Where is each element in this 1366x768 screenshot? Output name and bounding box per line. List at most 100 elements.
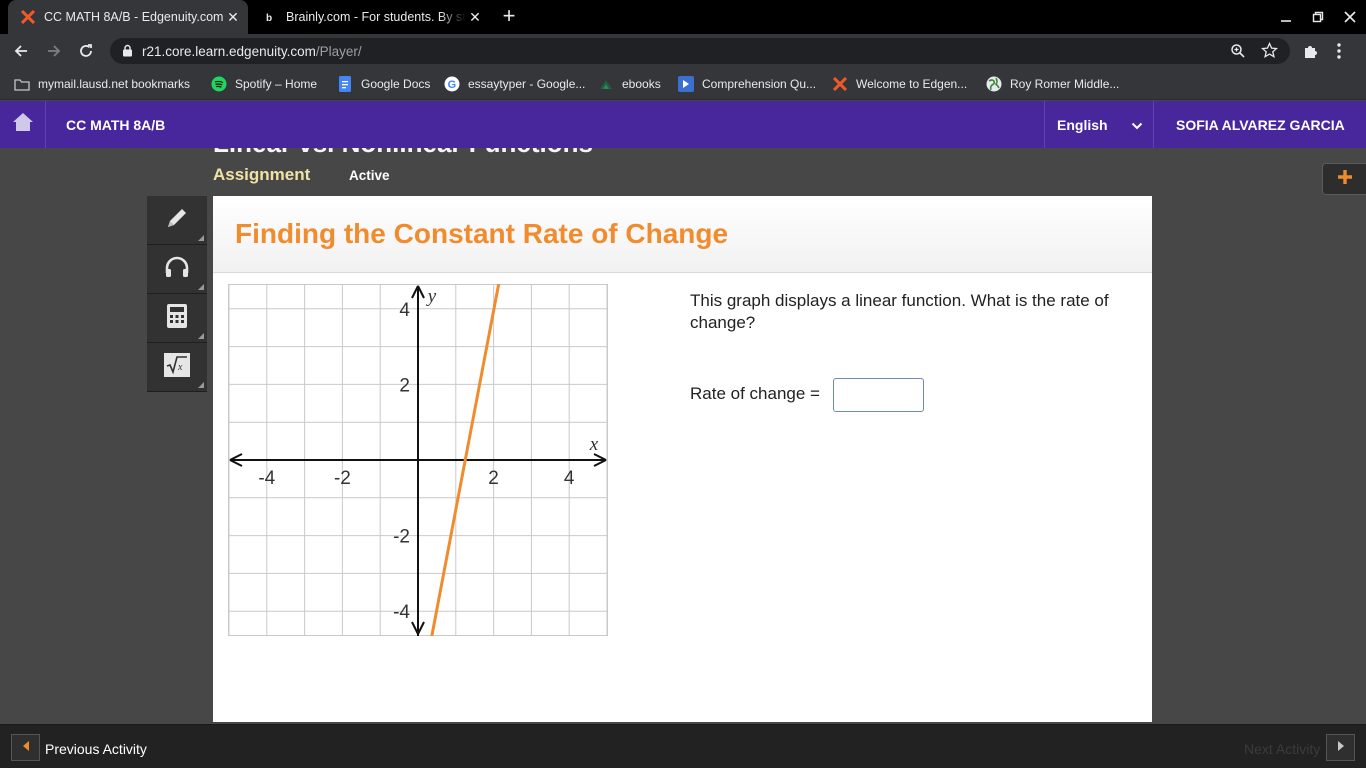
activity-panel: Finding the Constant Rate of Change -4 -2…	[213, 196, 1152, 722]
rate-of-change-input[interactable]	[833, 378, 924, 412]
svg-text:G: G	[448, 79, 457, 91]
browser-toolbar: r21.core.learn.edgenuity.com/Player/	[0, 34, 1366, 68]
close-icon[interactable]: ✕	[466, 8, 484, 26]
y-tick-label: 4	[399, 300, 410, 321]
bookmark-label: Spotify – Home	[235, 77, 318, 91]
rate-of-change-label: Rate of change =	[690, 384, 820, 403]
bookmarks-bar: mymail.lausd.net bookmarks Spotify – Hom…	[0, 68, 1366, 100]
y-axis-label: y	[426, 286, 437, 307]
header-foreground: CC MATH 8A/B English SOFIA ALVAREZ GARCI…	[0, 101, 1366, 148]
x-tick-label: -2	[334, 468, 351, 489]
zoom-icon[interactable]	[1230, 43, 1246, 64]
bookmark-google-docs[interactable]: Google Docs	[337, 75, 430, 93]
coordinate-graph: -4 -2 2 4 4 2 -2 -4 x y	[228, 284, 608, 636]
ebooks-icon	[598, 76, 614, 92]
triangle-right-icon	[1336, 739, 1346, 757]
menu-dots-icon[interactable]	[1336, 42, 1342, 65]
assignment-label: Assignment	[213, 165, 311, 184]
calculator-icon	[166, 303, 188, 334]
close-icon[interactable]: ✕	[224, 8, 242, 26]
minimize-icon[interactable]	[1275, 6, 1297, 28]
tab-title: Brainly.com - For students. By students.	[286, 10, 466, 24]
extensions-icon[interactable]	[1302, 42, 1320, 65]
course-name-overlay: CC MATH 8A/B	[66, 117, 166, 133]
edgenuity-icon	[20, 9, 36, 25]
spotify-icon	[211, 76, 227, 92]
graph-tick-labels: -4 -2 2 4 4 2 -2 -4 x y	[258, 286, 598, 623]
bookmark-welcome-edgenuity[interactable]: Welcome to Edgen...	[832, 75, 967, 93]
bookmark-star-icon[interactable]	[1260, 41, 1279, 64]
language-select-overlay[interactable]: English	[1044, 101, 1154, 148]
address-bar[interactable]: r21.core.learn.edgenuity.com/Player/	[110, 38, 1290, 64]
activity-header: Finding the Constant Rate of Change	[213, 196, 1152, 273]
chevron-down-icon	[1131, 118, 1143, 136]
bookmark-label: Welcome to Edgen...	[856, 77, 968, 91]
tab-title: CC MATH 8A/B - Edgenuity.com	[44, 10, 224, 24]
edgenuity-icon	[832, 76, 848, 92]
audio-tool-button[interactable]	[147, 245, 207, 294]
back-icon[interactable]	[9, 39, 33, 63]
lock-icon[interactable]	[122, 44, 133, 62]
bookmark-essaytyper[interactable]: G essaytyper - Google...	[444, 75, 585, 93]
globe-icon	[986, 76, 1002, 92]
forward-icon[interactable]	[42, 39, 66, 63]
bookmark-label: ebooks	[622, 77, 661, 91]
user-name-overlay[interactable]: SOFIA ALVAREZ GARCIA	[1176, 117, 1345, 133]
address-url: r21.core.learn.edgenuity.com/Player/	[142, 44, 362, 59]
triangle-left-icon	[21, 739, 31, 757]
google-icon: G	[444, 76, 460, 92]
previous-activity-button[interactable]	[11, 734, 40, 761]
next-activity-label: Next Activity	[1244, 741, 1321, 757]
pencil-icon	[163, 204, 191, 237]
x-tick-label: -4	[258, 468, 275, 489]
folder-icon	[14, 76, 30, 92]
plus-icon	[1337, 169, 1353, 190]
bookmark-roy-romer[interactable]: Roy Romer Middle...	[986, 75, 1119, 93]
docs-icon	[678, 76, 694, 92]
bookmark-label: Google Docs	[361, 77, 431, 91]
bookmark-spotify[interactable]: Spotify – Home	[211, 75, 317, 93]
tab-brainly[interactable]: b Brainly.com - For students. By student…	[252, 0, 490, 34]
headphones-icon	[163, 255, 191, 284]
graph-axes	[229, 285, 607, 636]
question-text: This graph displays a linear function. W…	[690, 291, 1109, 332]
google-docs-icon	[337, 76, 353, 92]
browser-tab-strip: CC MATH 8A/B - Edgenuity.com ✕ b Brainly…	[0, 0, 1366, 34]
bookmark-comprehension[interactable]: Comprehension Qu...	[678, 75, 816, 93]
svg-text:x: x	[177, 362, 183, 373]
tool-palette: x	[147, 196, 207, 392]
pencil-tool-button[interactable]	[147, 196, 207, 245]
home-button-overlay[interactable]	[0, 101, 46, 148]
brainly-icon: b	[262, 9, 278, 25]
x-axis-label: x	[589, 434, 599, 455]
next-activity-button	[1326, 734, 1355, 761]
url-path: /Player/	[315, 44, 362, 59]
bookmark-label: mymail.lausd.net bookmarks	[38, 77, 191, 91]
x-tick-label: 4	[564, 468, 575, 489]
reload-icon[interactable]	[74, 39, 98, 63]
graph-svg: -4 -2 2 4 4 2 -2 -4 x y	[228, 284, 608, 636]
activity-title: Finding the Constant Rate of Change	[235, 218, 729, 249]
previous-activity-label[interactable]: Previous Activity	[45, 741, 147, 757]
activity-footer: Previous Activity Next Activity	[0, 724, 1366, 768]
bookmark-label: Roy Romer Middle...	[1010, 77, 1120, 91]
bookmark-ebooks[interactable]: ebooks	[598, 75, 661, 93]
y-tick-label: -4	[393, 602, 410, 623]
url-host: r21.core.learn.edgenuity.com	[142, 44, 316, 59]
svg-text:b: b	[266, 13, 272, 23]
restore-icon[interactable]	[1307, 6, 1329, 28]
expand-button[interactable]	[1322, 163, 1366, 195]
language-label-overlay: English	[1057, 117, 1108, 133]
square-root-icon: x	[163, 352, 191, 383]
window-close-icon[interactable]	[1339, 6, 1361, 28]
calculator-tool-button[interactable]	[147, 294, 207, 343]
tab-edgenuity[interactable]: CC MATH 8A/B - Edgenuity.com ✕	[8, 0, 248, 34]
y-tick-label: 2	[399, 375, 410, 396]
new-tab-button[interactable]: +	[498, 5, 520, 28]
formula-tool-button[interactable]: x	[147, 343, 207, 392]
status-label: Active	[349, 168, 390, 183]
y-tick-label: -2	[393, 527, 410, 548]
bookmark-label: essaytyper - Google...	[468, 77, 586, 91]
bookmark-mymail[interactable]: mymail.lausd.net bookmarks	[14, 75, 190, 93]
x-tick-label: 2	[488, 468, 499, 489]
